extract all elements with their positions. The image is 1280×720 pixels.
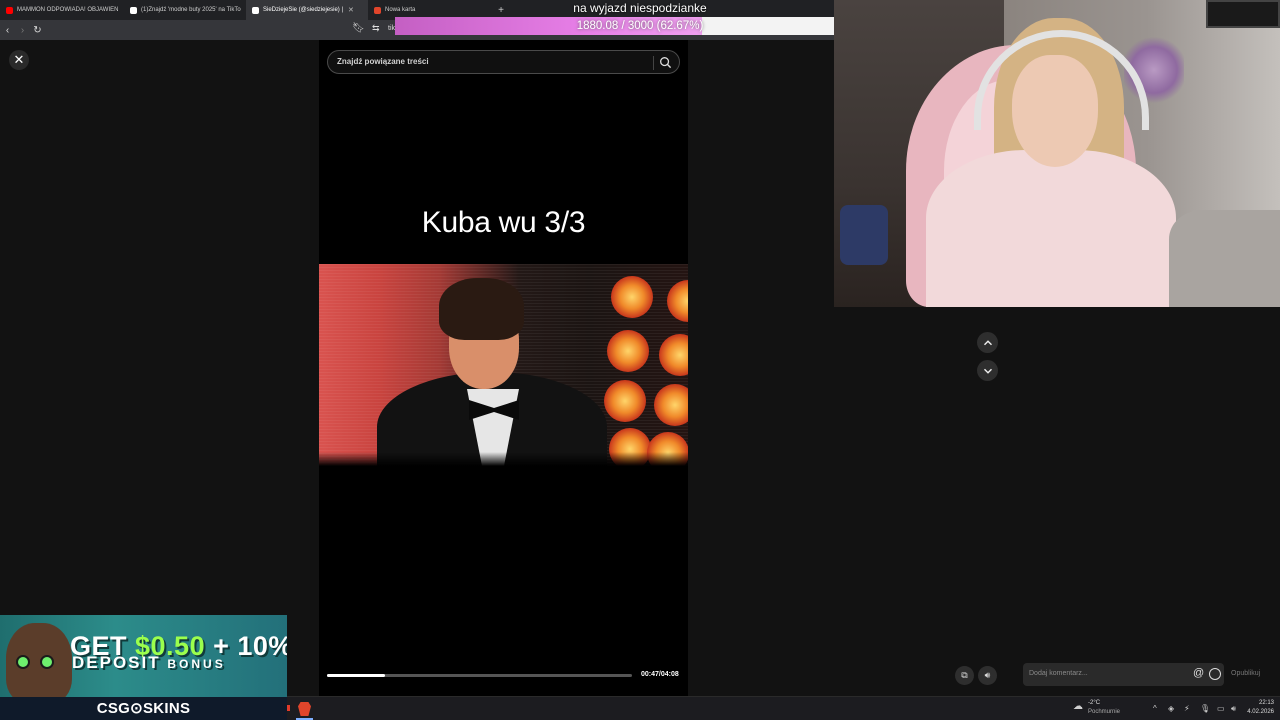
youtube-favicon-icon xyxy=(6,6,13,14)
chevron-up-icon xyxy=(983,339,992,345)
webcam-wall-picture xyxy=(1206,0,1280,28)
ad-brand-bar: CSG⊙SKINS xyxy=(0,697,287,720)
goal-title: na wyjazd niespodzianke xyxy=(573,1,707,15)
stage-light xyxy=(611,276,653,318)
tab-label: MAMMON ODPOWIADA! OBJAWIEN xyxy=(17,7,119,13)
video-frame xyxy=(319,264,688,466)
related-search-input[interactable]: Znajdź powiązane treści xyxy=(327,50,680,74)
stage-light xyxy=(667,280,688,322)
search-divider xyxy=(653,56,654,70)
tray-app-icon[interactable]: ◈ xyxy=(1168,704,1174,713)
ad-mascot-eye xyxy=(16,655,30,669)
tab-label: (1)Znajdź 'modne buty 2025' na TikTo xyxy=(141,7,241,13)
clock-time[interactable]: 22:13 xyxy=(1244,700,1274,706)
tab-tiktok-search[interactable]: (1)Znajdź 'modne buty 2025' na TikTo xyxy=(124,0,246,20)
clock-date[interactable]: 4.02.2026 xyxy=(1239,709,1274,715)
ad-subline: DEPOSIT BONUS xyxy=(72,653,226,673)
video-player[interactable]: Znajdź powiązane treści Kuba wu 3/3 00:4… xyxy=(319,40,688,696)
screen: MAMMON ODPOWIADA! OBJAWIEN (1)Znajdź 'mo… xyxy=(0,0,1280,720)
back-icon[interactable]: ‹ xyxy=(0,25,15,36)
tab-siedziejesie[interactable]: SieDziejeSie (@siedziejesie) | ✕ xyxy=(246,0,368,20)
comment-input[interactable]: Dodaj komentarz... @ xyxy=(1023,663,1224,686)
frame-shade xyxy=(319,452,688,466)
webcam-streamer-body xyxy=(926,150,1176,307)
tab-label: SieDziejeSie (@siedziejesie) | xyxy=(263,7,344,13)
reload-icon[interactable]: ↻ xyxy=(30,25,45,36)
webcam-jar xyxy=(840,205,888,265)
video-time: 00:47/04:08 xyxy=(641,671,679,678)
tray-speaker-icon[interactable]: 🔊︎ xyxy=(1231,704,1236,714)
tab-close-icon[interactable]: ✕ xyxy=(348,6,354,14)
close-video-button[interactable]: ✕ xyxy=(9,50,29,70)
person-hair xyxy=(439,278,524,340)
volume-button[interactable]: 🔊︎ xyxy=(978,666,997,685)
ad-bonus-text: BONUS xyxy=(167,657,226,671)
ad-brand-skins: SKINS xyxy=(142,700,191,717)
monitor-icon[interactable]: ▭ xyxy=(1217,704,1225,713)
sponsor-ad: GET $0.50 + 10% DEPOSIT BONUS CSG⊙SKINS xyxy=(0,615,287,720)
tiktok-favicon-icon xyxy=(130,6,137,14)
video-caption: Kuba wu 3/3 xyxy=(421,206,586,239)
stage-light xyxy=(659,334,688,376)
bookmark-icon[interactable]: 🔖︎ xyxy=(352,23,365,34)
goal-progress-bar: 1880.08 / 3000 (62.67%) xyxy=(395,17,885,35)
video-progress-fill xyxy=(327,674,385,677)
comment-placeholder: Dodaj komentarz... xyxy=(1029,670,1088,677)
tab-mammon[interactable]: MAMMON ODPOWIADA! OBJAWIEN xyxy=(0,0,124,20)
next-video-button[interactable] xyxy=(977,360,998,381)
taskbar-app-indicator xyxy=(287,705,290,711)
forward-icon[interactable]: › xyxy=(15,25,30,36)
ad-mascot xyxy=(6,623,72,703)
webcam-feed xyxy=(834,0,1280,307)
tray-chevron-up-icon[interactable]: ^ xyxy=(1153,704,1157,713)
ad-brand-logo-icon: ⊙ xyxy=(130,700,143,717)
weather-condition[interactable]: Pochmurnie xyxy=(1088,709,1120,715)
stream-goal: na wyjazd niespodzianke 1880.08 / 3000 (… xyxy=(395,0,885,36)
tiktok-favicon-icon xyxy=(252,6,259,14)
stage-light xyxy=(654,384,688,426)
chevron-down-icon xyxy=(983,368,992,374)
ad-mascot-eye xyxy=(40,655,54,669)
search-icon[interactable] xyxy=(659,56,672,69)
brave-favicon-icon xyxy=(374,6,381,14)
weather-temperature[interactable]: -2°C xyxy=(1088,700,1100,706)
mention-icon[interactable]: @ xyxy=(1193,667,1204,679)
ad-brand-csg: CSG xyxy=(96,700,131,717)
search-placeholder: Znajdź powiązane treści xyxy=(337,57,429,66)
video-progress-bar[interactable] xyxy=(327,674,632,677)
weather-icon[interactable]: ☁ xyxy=(1073,701,1083,712)
brave-browser-icon[interactable] xyxy=(298,702,311,716)
picture-in-picture-icon: ⧉ xyxy=(961,670,968,680)
speaker-icon: 🔊︎ xyxy=(984,670,991,680)
webcam-blanket xyxy=(1169,210,1280,307)
ad-deposit-text: DEPOSIT xyxy=(72,653,168,672)
emoji-icon[interactable] xyxy=(1209,668,1221,680)
microphone-icon[interactable]: 🎙︎ xyxy=(1200,704,1210,713)
publish-button[interactable]: Opublikuj xyxy=(1231,670,1260,677)
url-field[interactable]: tik xyxy=(388,25,395,32)
taskbar: ☁ -2°C Pochmurnie ^ ◈ ⚡︎ 🎙︎ ▭ 🔊︎ 22:13 4… xyxy=(287,696,1280,720)
goal-progress-text: 1880.08 / 3000 (62.67%) xyxy=(576,20,704,32)
site-info-icon[interactable]: ⇆ xyxy=(372,23,380,34)
stage-light xyxy=(604,380,646,422)
previous-video-button[interactable] xyxy=(977,332,998,353)
pip-button[interactable]: ⧉ xyxy=(955,666,974,685)
stage-light xyxy=(607,330,649,372)
tray-network-icon[interactable]: ⚡︎ xyxy=(1184,704,1190,713)
